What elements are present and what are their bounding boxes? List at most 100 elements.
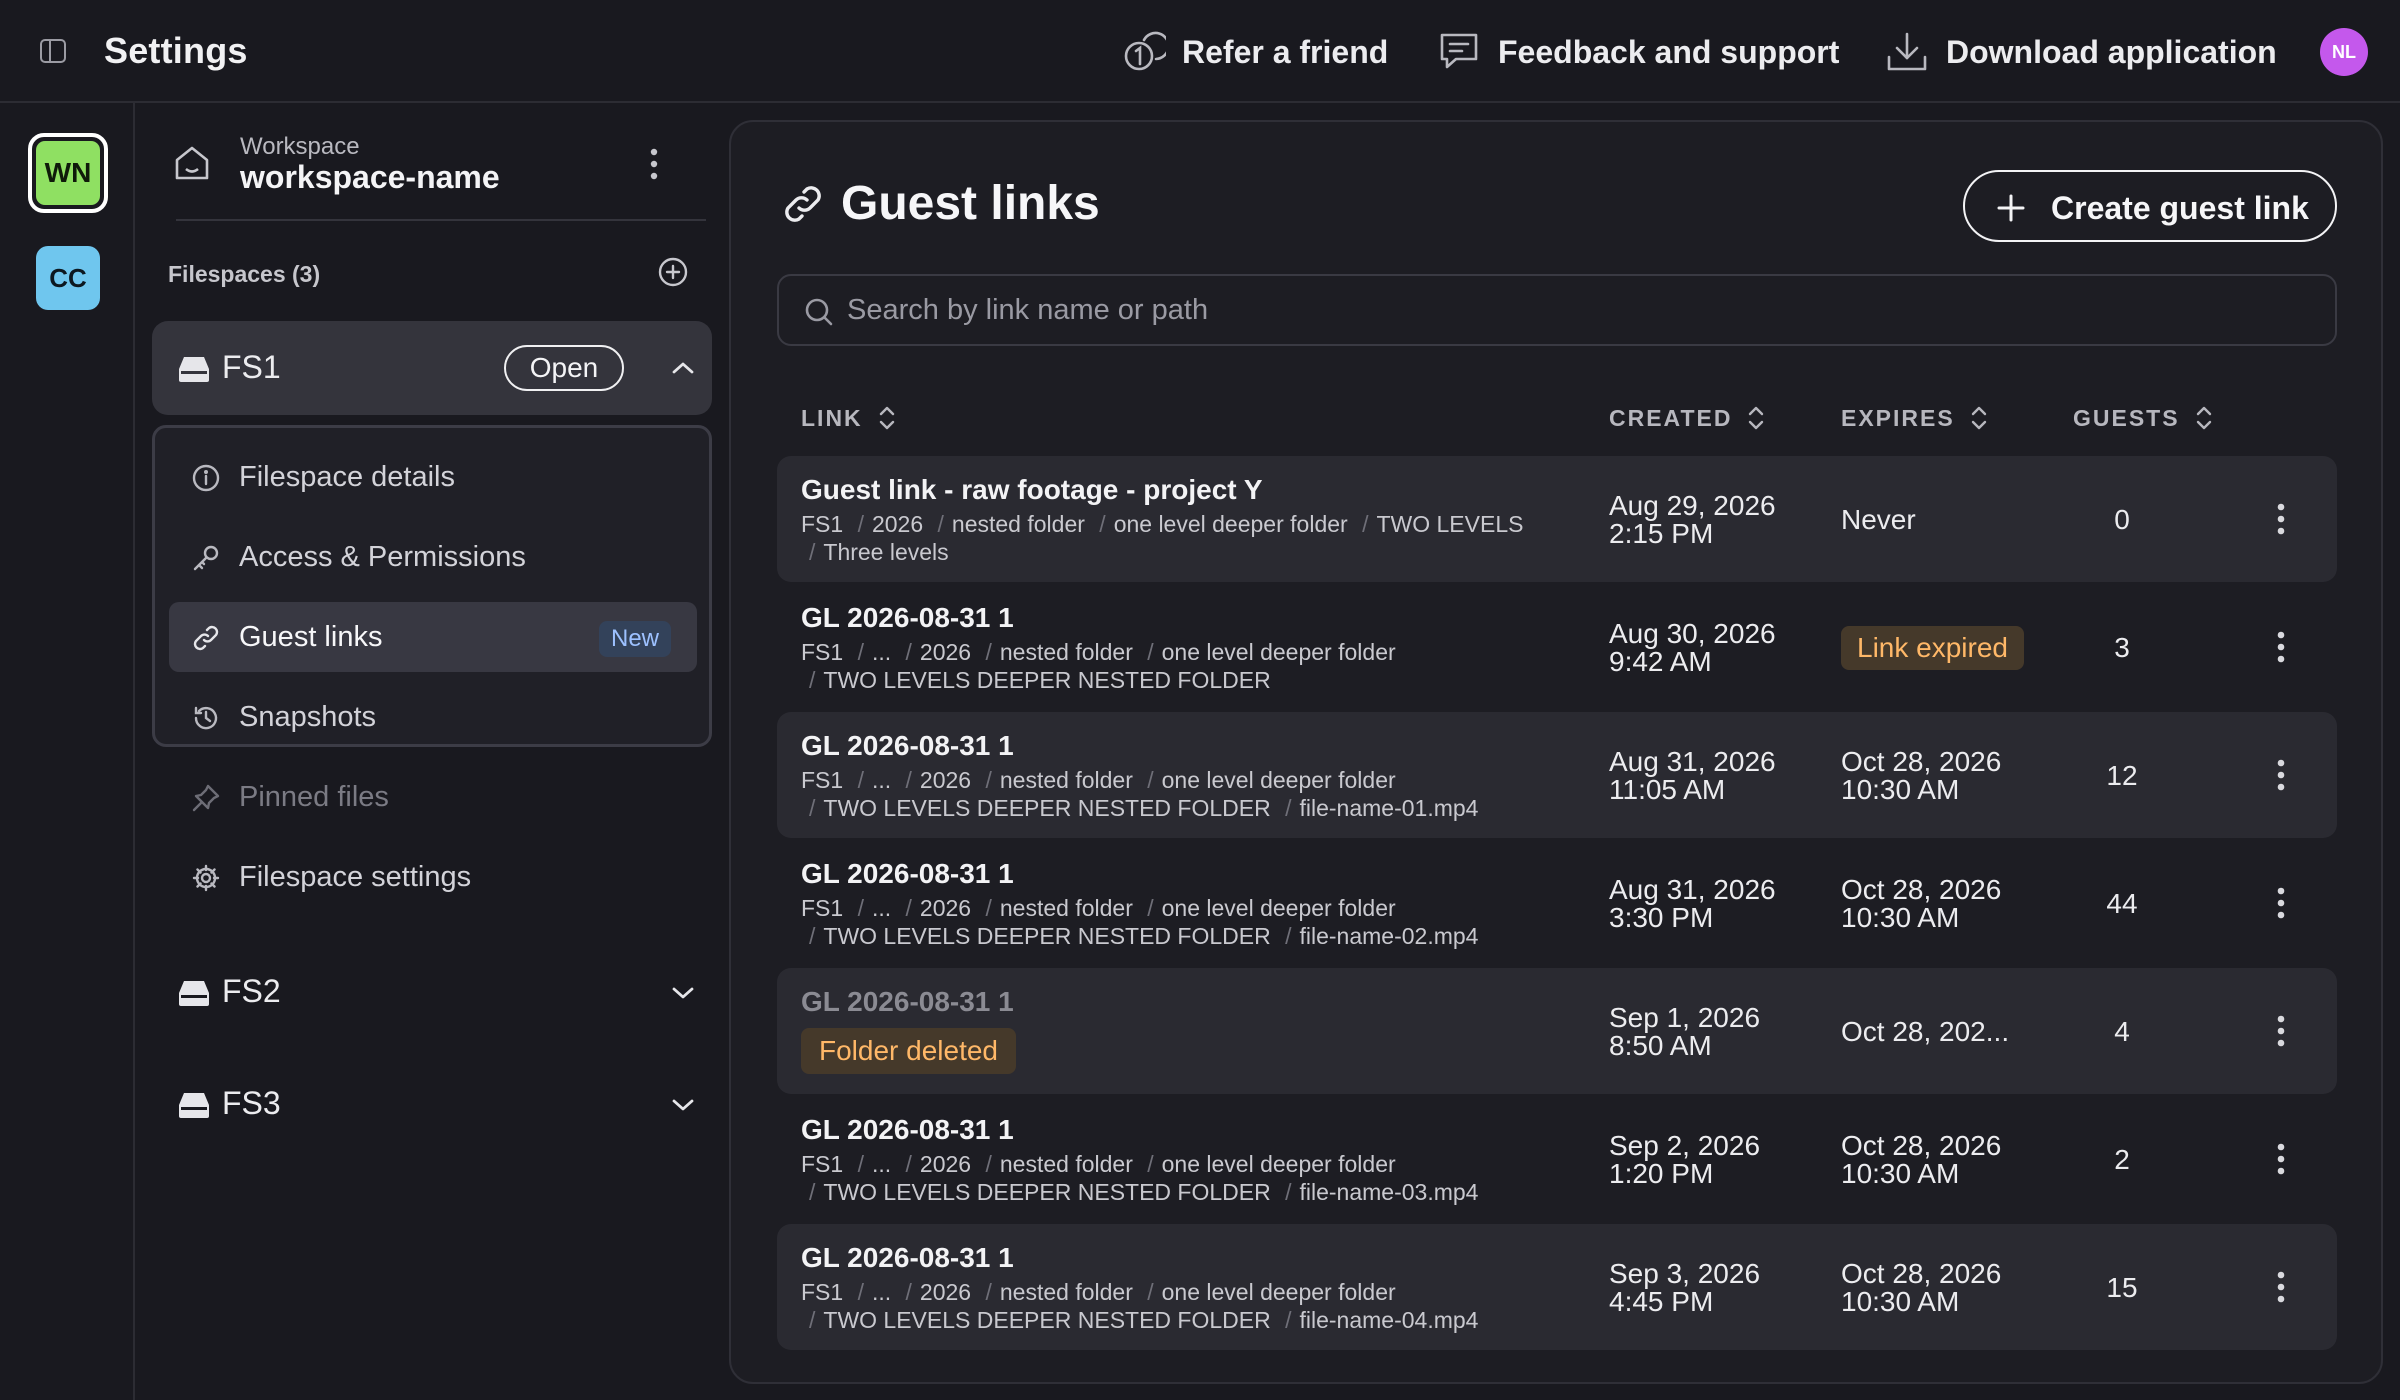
sort-icon <box>879 406 894 430</box>
path-separator: / <box>809 539 816 565</box>
created-date: Aug 31, 2026 11:05 AM <box>1609 746 1776 805</box>
path-segment: FS1 <box>801 1279 844 1305</box>
chevron-down-icon[interactable] <box>670 985 696 1001</box>
table-row[interactable]: GL 2026-08-31 1 FS1 /... / 2026 / nested fo… <box>777 584 2337 710</box>
link-icon <box>785 186 821 222</box>
created-date: Aug 29, 2026 2:15 PM <box>1609 490 1776 549</box>
path-segment: ... <box>871 639 892 665</box>
filespace-fs2[interactable]: FS2 <box>152 953 712 1033</box>
row-more-icon[interactable] <box>2275 1142 2287 1176</box>
path-separator: / <box>1285 923 1292 949</box>
expires-date: Oct 28, 202... <box>1841 1016 2010 1047</box>
add-filespace-icon[interactable] <box>656 255 690 289</box>
menu-filespace-details[interactable]: Filespace details <box>169 442 697 512</box>
menu-label: Filespace details <box>239 460 455 493</box>
path-separator: / <box>985 1279 992 1305</box>
path-segment: nested folder <box>999 895 1133 921</box>
path-separator: / <box>857 1151 864 1177</box>
path-separator: / <box>1147 639 1154 665</box>
path-segment: one level deeper folder <box>1161 639 1396 665</box>
settings-sidebar: Workspace workspace-name Filespaces (3) … <box>136 103 716 1400</box>
guest-count: 0 <box>2114 504 2130 535</box>
filespace-fs1[interactable]: FS1 Open <box>152 321 712 415</box>
path-separator: / <box>809 667 816 693</box>
row-more-icon[interactable] <box>2275 1014 2287 1048</box>
menu-filespace-settings[interactable]: Filespace settings <box>169 842 697 912</box>
path-segment: 2026 <box>919 639 972 665</box>
path-separator: / <box>1362 511 1369 537</box>
menu-label: Guest links <box>239 620 383 653</box>
link-icon <box>193 625 219 651</box>
column-label: EXPIRES <box>1841 404 1955 431</box>
refer-friend-button[interactable]: Refer a friend <box>1120 26 1388 78</box>
expires-date: Oct 28, 2026 10:30 AM <box>1841 746 2002 805</box>
path-segment: 2026 <box>919 1151 972 1177</box>
row-more-icon[interactable] <box>2275 1270 2287 1304</box>
path-segment: FS1 <box>801 639 844 665</box>
workspace-switcher-wn[interactable]: WN <box>28 133 108 213</box>
column-header-guests[interactable]: GUESTS <box>2073 404 2214 432</box>
download-app-button[interactable]: Download application <box>1884 26 2277 78</box>
link-name: GL 2026-08-31 1 <box>801 858 1014 889</box>
open-filespace-button[interactable]: Open <box>504 345 624 391</box>
menu-label: Pinned files <box>239 780 389 813</box>
path-segment: one level deeper folder <box>1161 1279 1396 1305</box>
chevron-down-icon[interactable] <box>670 1097 696 1113</box>
menu-snapshots[interactable]: Snapshots <box>169 682 697 752</box>
column-header-link[interactable]: LINK <box>801 404 897 432</box>
refer-friend-label: Refer a friend <box>1182 33 1389 70</box>
path-segment: FS1 <box>801 895 844 921</box>
link-path: FS1 /... /2026 /nested folder / one level… <box>801 638 1581 694</box>
workspace-more-icon[interactable] <box>648 147 660 181</box>
table-row[interactable]: GL 2026-08-31 1 FS1 /... / 2026 / nested fo… <box>777 1224 2337 1350</box>
path-separator: / <box>1099 511 1106 537</box>
menu-guest-links[interactable]: Guest links New <box>169 602 697 672</box>
guest-count: 3 <box>2114 632 2130 663</box>
path-separator: / <box>857 639 864 665</box>
create-guest-link-button[interactable]: Create guest link <box>1963 170 2337 242</box>
table-row[interactable]: Guest link - raw footage - project Y FS1 … <box>777 456 2337 582</box>
home-icon <box>175 146 209 180</box>
row-more-icon[interactable] <box>2275 630 2287 664</box>
new-badge: New <box>598 621 671 657</box>
feedback-button[interactable]: Feedback and support <box>1436 26 1839 78</box>
created-date: Sep 3, 2026 4:45 PM <box>1609 1258 1761 1317</box>
row-more-icon[interactable] <box>2275 758 2287 792</box>
search-icon <box>805 298 833 326</box>
path-separator: / <box>857 767 864 793</box>
row-more-icon[interactable] <box>2275 886 2287 920</box>
panel-title: Guest links <box>841 177 1100 230</box>
path-separator: / <box>905 895 912 921</box>
path-segment: one level deeper folder <box>1161 1151 1396 1177</box>
gift-coin-icon <box>1124 31 1166 71</box>
link-path: FS1 /... /2026 /nested folder / one level… <box>801 1150 1581 1206</box>
path-separator: / <box>905 767 912 793</box>
path-segment: Three levels <box>823 539 949 565</box>
user-avatar[interactable]: NL <box>2320 28 2368 76</box>
menu-access-permissions[interactable]: Access & Permissions <box>169 522 697 592</box>
column-header-created[interactable]: CREATED <box>1609 404 1766 432</box>
table-row[interactable]: GL 2026-08-31 1 Folder deleted Sep 1, 2026… <box>777 968 2337 1094</box>
workspace-switcher-cc[interactable]: CC <box>36 246 100 310</box>
chevron-up-icon[interactable] <box>670 360 696 376</box>
row-more-icon[interactable] <box>2275 502 2287 536</box>
path-segment: nested folder <box>999 767 1133 793</box>
path-segment: TWO LEVELS DEEPER NESTED FOLDER <box>823 667 1271 693</box>
table-row[interactable]: GL 2026-08-31 1 FS1 /... / 2026 / nested fo… <box>777 1096 2337 1222</box>
path-segment: nested folder <box>999 1279 1133 1305</box>
guest-count: 15 <box>2106 1272 2138 1303</box>
filespace-fs3[interactable]: FS3 <box>152 1065 712 1145</box>
column-header-expires[interactable]: EXPIRES <box>1841 404 1989 432</box>
drive-icon <box>179 1093 209 1118</box>
created-date: Aug 30, 2026 9:42 AM <box>1609 618 1776 677</box>
table-row[interactable]: GL 2026-08-31 1 FS1 /... / 2026 / nested fo… <box>777 712 2337 838</box>
path-separator: / <box>1147 895 1154 921</box>
sidebar-toggle-icon[interactable] <box>38 36 68 66</box>
path-segment: nested folder <box>951 511 1085 537</box>
search-input[interactable] <box>847 288 2307 332</box>
menu-label: Filespace settings <box>239 860 472 893</box>
table-row[interactable]: GL 2026-08-31 1 FS1 /... / 2026 / nested fo… <box>777 840 2337 966</box>
path-separator: / <box>985 895 992 921</box>
sort-icon <box>2196 406 2211 430</box>
history-icon <box>194 706 218 730</box>
